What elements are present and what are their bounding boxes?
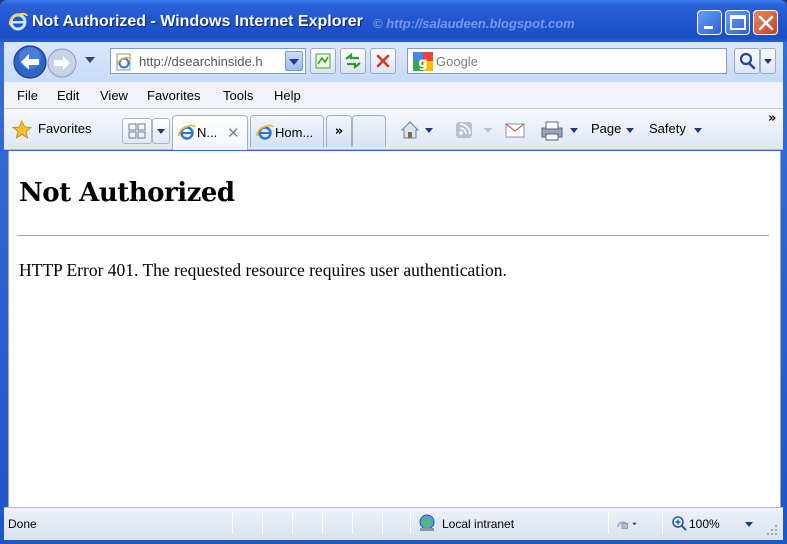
toolbar-overflow-button[interactable]: » [768,111,776,126]
google-logo-icon: g [413,52,433,71]
minimize-button[interactable] [697,10,722,35]
page-content: Not Authorized HTTP Error 401. The reque… [8,151,781,507]
error-message: HTTP Error 401. The requested resource r… [19,260,507,280]
status-divider [352,512,353,534]
status-divider [292,512,293,534]
recent-pages-chevron-down-icon[interactable] [84,55,96,65]
minimize-icon [704,26,713,29]
page-ie-icon [116,53,132,71]
internet-explorer-icon [8,12,28,31]
read-mail-icon[interactable] [504,118,528,142]
address-input[interactable]: http://dsearchinside.h [110,48,306,74]
security-zone-label[interactable]: Local intranet [442,517,514,531]
search-button[interactable] [734,48,760,74]
menu-file[interactable]: File [17,88,38,103]
menu-bar: File Edit View Favorites Tools Help [4,82,783,109]
menu-tools[interactable]: Tools [223,88,253,103]
menu-favorites[interactable]: Favorites [147,88,200,103]
feeds-icon[interactable] [454,118,502,142]
internet-explorer-icon [178,124,196,140]
status-bar: Done Local intranet 100% [4,507,783,540]
local-intranet-icon[interactable] [417,513,437,533]
print-icon[interactable] [538,118,584,142]
quick-tabs-button[interactable] [122,118,152,144]
status-divider [662,512,663,534]
resize-grip-icon[interactable] [766,524,778,536]
browser-window: Not Authorized - Windows Internet Explor… [0,0,787,544]
quick-tabs-icon [128,123,146,139]
status-divider [232,512,233,534]
search-icon [739,52,756,70]
tab-list-dropdown-button[interactable] [152,118,170,144]
protected-mode-lock-icon[interactable] [616,515,638,533]
chevron-down-icon [694,128,702,133]
svg-text:g: g [418,56,427,71]
compatibility-view-icon [315,53,331,69]
status-divider [322,512,323,534]
favorites-tab-bar: Favorites N... ✕ Hom... » Page Safety » [4,109,783,150]
new-tab-button[interactable] [352,115,386,147]
menu-view[interactable]: View [100,88,128,103]
chevron-down-icon [157,129,165,134]
page-heading: Not Authorized [19,178,235,208]
stop-icon [376,54,390,68]
home-icon[interactable] [398,118,438,142]
address-toolbar: http://dsearchinside.h g Google [4,42,783,82]
maximize-button[interactable] [725,10,750,35]
status-text: Done [8,517,37,531]
tab-close-icon[interactable]: ✕ [227,124,240,142]
zoom-level[interactable]: 100% [689,517,720,531]
stop-button[interactable] [370,48,396,74]
favorites-button[interactable]: Favorites [38,121,91,136]
menu-help[interactable]: Help [274,88,301,103]
status-divider [608,512,609,534]
address-url: http://dsearchinside.h [139,54,263,69]
zoom-icon[interactable] [671,515,687,531]
favorites-star-icon[interactable] [12,120,32,140]
divider [17,235,769,236]
page-menu-button[interactable]: Page [591,121,621,136]
window-title: Not Authorized - Windows Internet Explor… [32,13,363,30]
tab-label: Hom... [275,125,314,140]
tab-list-button[interactable]: » [326,115,352,147]
watermark-text: © http://salaudeen.blogspot.com [373,16,575,31]
maximize-icon [730,15,746,30]
close-icon [758,15,774,31]
status-divider [410,512,411,534]
tab-not-authorized[interactable]: N... ✕ [172,115,248,150]
status-divider [382,512,383,534]
tab-label: N... [197,125,218,140]
status-divider [262,512,263,534]
search-box[interactable]: g [407,48,727,74]
internet-explorer-icon [256,124,274,140]
search-input[interactable] [436,52,716,70]
chevron-down-icon [289,59,299,65]
refresh-icon [345,52,361,70]
title-bar[interactable]: Not Authorized - Windows Internet Explor… [0,0,787,42]
compatibility-view-button[interactable] [310,48,336,74]
search-options-button[interactable] [760,48,776,74]
tab-home[interactable]: Hom... [250,115,324,147]
menu-edit[interactable]: Edit [57,88,79,103]
address-dropdown-button[interactable] [285,51,303,71]
forward-button[interactable] [46,47,78,79]
close-button[interactable] [753,10,778,35]
zoom-chevron-down-icon[interactable] [743,514,755,534]
chevron-down-icon [764,59,772,64]
back-button[interactable] [12,44,48,80]
chevron-down-icon [626,128,634,133]
safety-menu-button[interactable]: Safety [649,121,686,136]
refresh-button[interactable] [340,48,366,74]
